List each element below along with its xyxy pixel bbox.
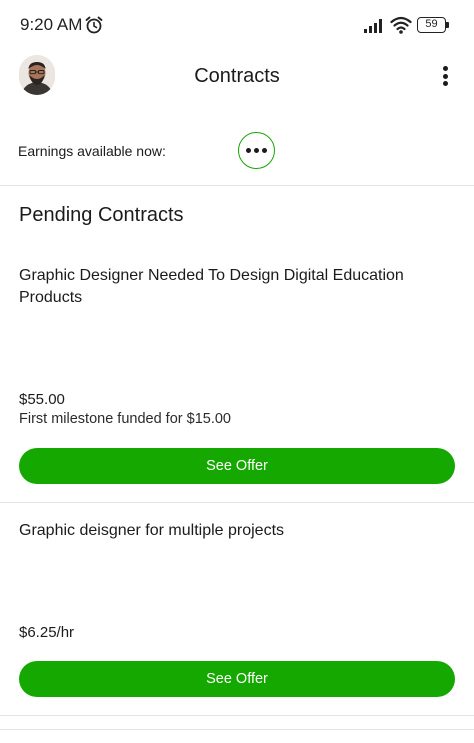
menu-dot (442, 66, 448, 71)
alarm-icon (85, 16, 103, 34)
earnings-label: Earnings available now: (18, 143, 166, 159)
more-horizontal-icon[interactable] (238, 132, 275, 169)
more-vertical-icon[interactable] (434, 62, 456, 90)
battery-level: 59 (417, 17, 446, 33)
dot (262, 148, 267, 153)
contract-title[interactable]: Graphic deisgner for multiple projects (19, 520, 439, 542)
divider (0, 502, 474, 503)
contracts-screen: 9:20 AM 59 Contracts Earnings available … (0, 0, 474, 743)
wifi-icon (390, 16, 412, 34)
contract-title[interactable]: Graphic Designer Needed To Design Digita… (19, 265, 439, 309)
dot (246, 148, 251, 153)
menu-dot (442, 81, 448, 86)
signal-icon (364, 19, 382, 33)
app-header: Contracts (0, 50, 474, 106)
status-time: 9:20 AM (20, 15, 83, 34)
divider (0, 715, 474, 716)
see-offer-button[interactable]: See Offer (19, 661, 455, 697)
contract-rate: $55.00 (19, 391, 65, 408)
page-title: Contracts (194, 65, 280, 87)
dot (254, 148, 259, 153)
status-bar: 9:20 AM 59 (0, 0, 474, 50)
divider (0, 185, 474, 186)
contract-milestone: First milestone funded for $15.00 (19, 411, 231, 427)
section-title: Pending Contracts (19, 204, 184, 226)
divider (0, 729, 474, 730)
contract-rate: $6.25/hr (19, 624, 75, 641)
see-offer-button[interactable]: See Offer (19, 448, 455, 484)
earnings-row: Earnings available now: (0, 130, 474, 172)
battery-icon: 59 (417, 17, 450, 34)
menu-dot (442, 73, 448, 79)
battery-tip (446, 22, 449, 28)
